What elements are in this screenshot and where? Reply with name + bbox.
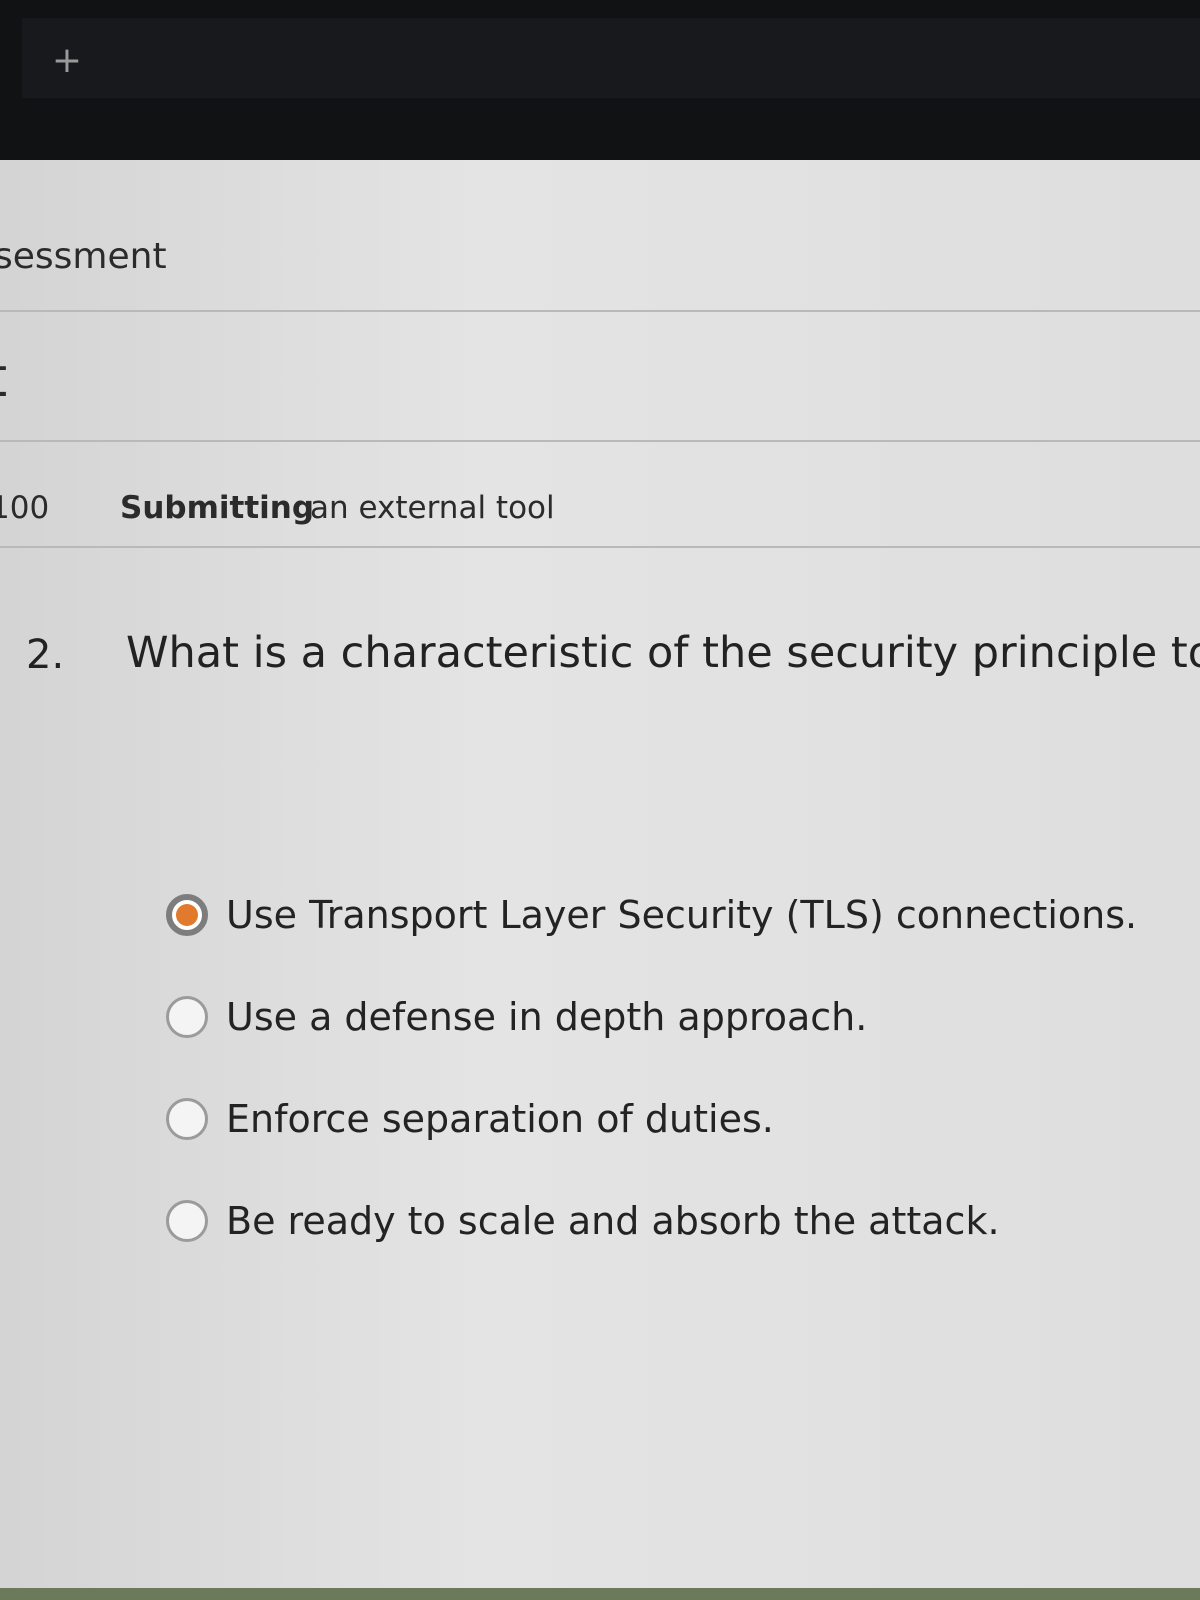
plus-icon: + xyxy=(51,40,83,81)
divider xyxy=(0,546,1200,548)
answer-label[interactable]: Use Transport Layer Security (TLS) conne… xyxy=(226,890,1137,940)
answer-label[interactable]: Use a defense in depth approach. xyxy=(226,992,867,1042)
browser-tab-bar: + xyxy=(0,0,1200,178)
question-number: 2. xyxy=(26,632,65,678)
tab-strip xyxy=(22,18,1200,98)
assessment-details: 100 Submitting an external tool xyxy=(0,490,1200,538)
radio-button[interactable] xyxy=(166,1200,208,1242)
answer-option[interactable]: Enforce separation of duties. xyxy=(166,1094,1196,1196)
answer-option[interactable]: Use a defense in depth approach. xyxy=(166,992,1196,1094)
question-text: What is a characteristic of the security… xyxy=(126,628,1200,678)
course-title: sessment xyxy=(0,236,167,277)
bottom-edge xyxy=(0,1588,1200,1600)
radio-button-selected[interactable] xyxy=(166,894,208,936)
divider xyxy=(0,440,1200,442)
submitting-label: Submitting xyxy=(120,490,315,526)
answer-options: Use Transport Layer Security (TLS) conne… xyxy=(166,890,1196,1298)
answer-option[interactable]: Be ready to scale and absorb the attack. xyxy=(166,1196,1196,1298)
new-tab-button[interactable]: + xyxy=(44,38,90,84)
submitting-detail: an external tool xyxy=(310,490,555,526)
divider xyxy=(0,310,1200,312)
radio-button[interactable] xyxy=(166,996,208,1038)
answer-label[interactable]: Enforce separation of duties. xyxy=(226,1094,774,1144)
radio-dot-icon xyxy=(176,904,198,926)
points-value: 100 xyxy=(0,490,50,526)
answer-option[interactable]: Use Transport Layer Security (TLS) conne… xyxy=(166,890,1196,992)
main-content: sessment t 100 Submitting an external to… xyxy=(0,160,1200,1600)
answer-label[interactable]: Be ready to scale and absorb the attack. xyxy=(226,1196,1000,1246)
page-title: t xyxy=(0,346,7,409)
screen: + sessment t 100 Submitting an external … xyxy=(0,0,1200,1600)
radio-button[interactable] xyxy=(166,1098,208,1140)
